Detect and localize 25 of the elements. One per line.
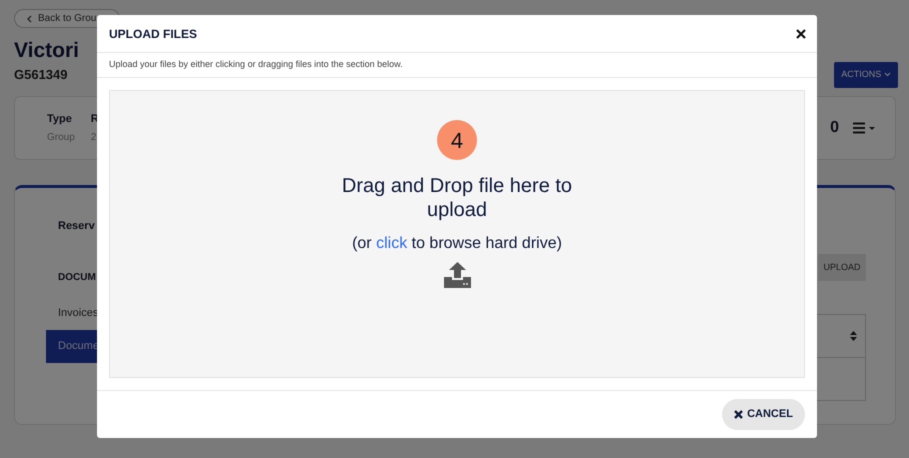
- drop-instruction: Drag and Drop file here to upload: [340, 174, 574, 222]
- cancel-button[interactable]: CANCEL: [722, 399, 805, 430]
- browse-hint: (or click to browse hard drive): [352, 234, 562, 254]
- page-title: Victori: [14, 40, 79, 61]
- close-icon: [796, 29, 806, 40]
- group-code: G561349: [14, 66, 68, 84]
- upload-icon: [444, 262, 470, 288]
- summary-number: 0: [830, 118, 839, 138]
- chevron-left-icon: [27, 14, 32, 22]
- actions-button[interactable]: ACTIONS: [834, 62, 898, 88]
- chevron-down-icon: [884, 72, 891, 78]
- dialog-subtitle: Upload your files by either clicking or dragging files into the section below.: [97, 53, 817, 78]
- upload-button[interactable]: UPLOAD: [818, 254, 866, 281]
- menu-icon[interactable]: [853, 122, 875, 134]
- close-button[interactable]: [796, 26, 806, 41]
- summary-value: 2: [90, 130, 98, 145]
- summary-label: Type: [47, 112, 73, 128]
- section-heading: DOCUM: [58, 270, 97, 284]
- sort-icon[interactable]: [850, 331, 857, 341]
- step-badge: 4: [437, 120, 477, 160]
- browse-link[interactable]: click: [376, 235, 408, 252]
- summary-value: Group: [47, 130, 75, 145]
- close-icon: [734, 410, 744, 419]
- drop-zone[interactable]: 4 Drag and Drop file here to upload (or click to browse hard drive): [109, 90, 805, 378]
- dialog-title: UPLOAD FILES: [109, 26, 198, 42]
